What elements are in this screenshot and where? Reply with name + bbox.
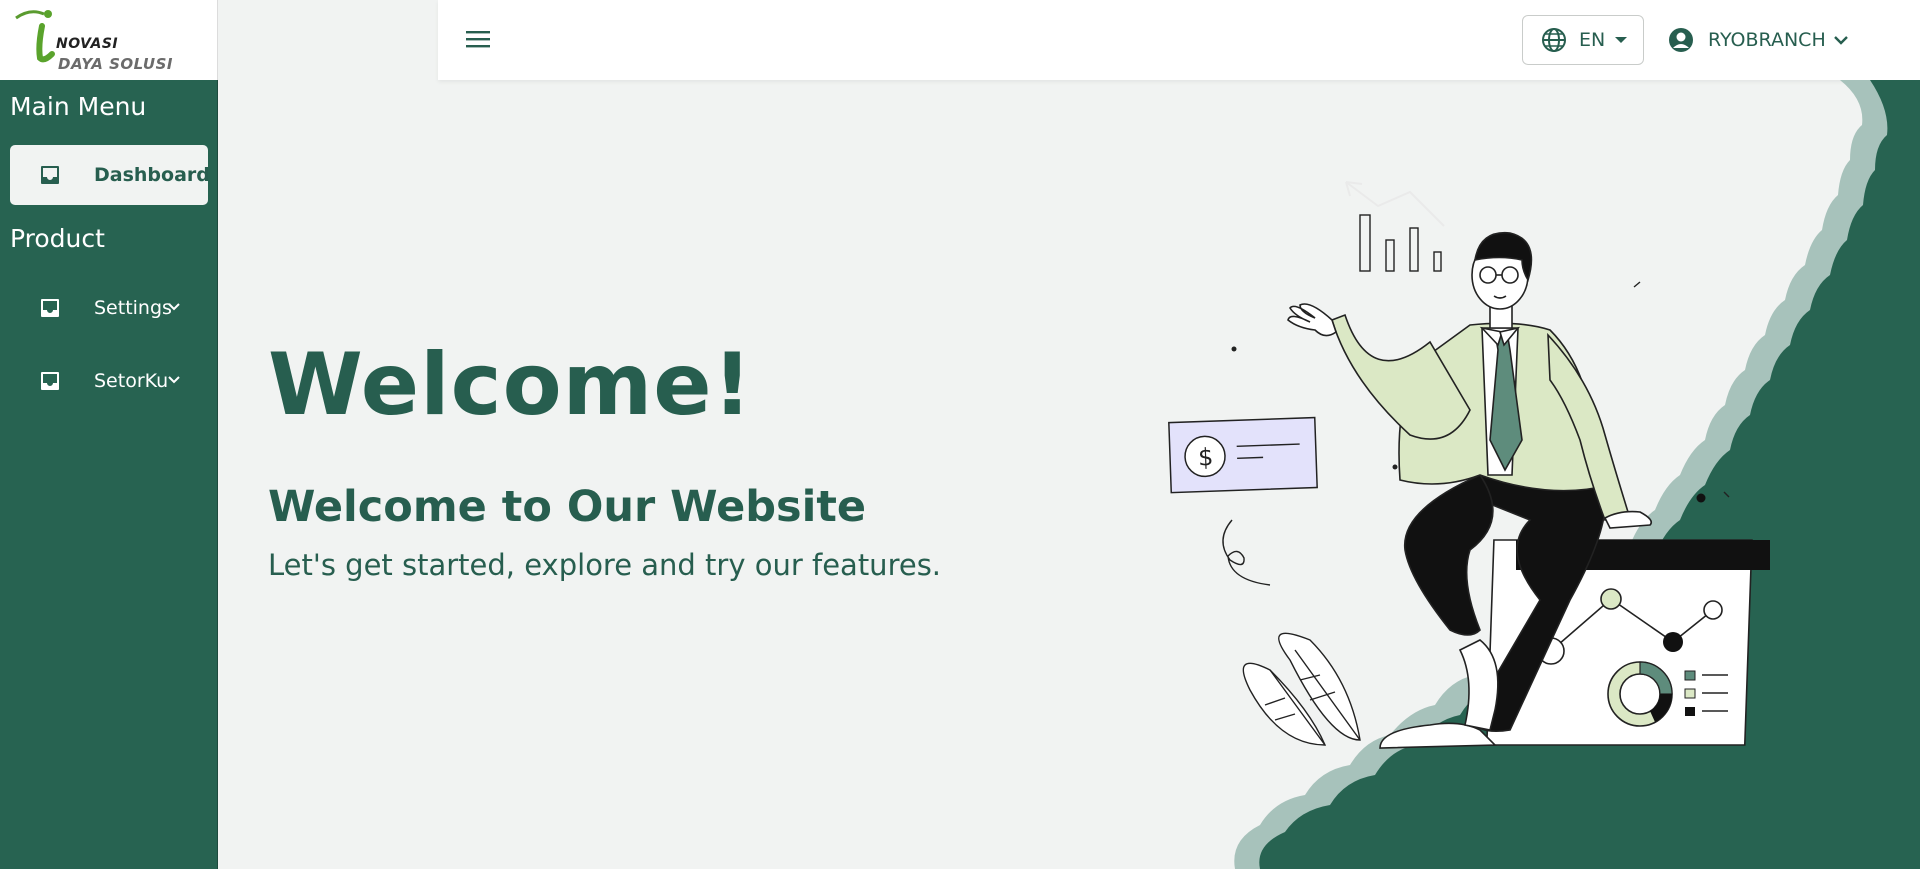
- chevron-down-icon: [1833, 36, 1848, 45]
- chevron-down-icon: [168, 376, 180, 384]
- svg-text:$: $: [1198, 443, 1214, 472]
- main-menu-title: Main Menu: [10, 92, 147, 121]
- caret-down-icon: [1615, 37, 1628, 43]
- language-label: EN: [1579, 29, 1606, 51]
- product-section-title: Product: [10, 224, 105, 253]
- page-tagline: Let's get started, explore and try our f…: [268, 548, 942, 582]
- sidebar-item-label: Settings: [94, 297, 172, 319]
- language-selector[interactable]: EN: [1522, 15, 1644, 65]
- logo-text-top: NOVASI: [56, 36, 119, 52]
- globe-icon: [1542, 28, 1566, 52]
- top-header: EN RYOBRANCH: [438, 0, 1920, 80]
- page-title: Welcome!: [268, 335, 753, 435]
- chevron-down-icon: [168, 303, 180, 311]
- sidebar: NOVASI DAYA SOLUSI Main Menu Dashboard P…: [0, 0, 218, 869]
- sidebar-item-label: Dashboard: [94, 164, 208, 186]
- user-circle-icon: [1669, 28, 1693, 52]
- sidebar-item-setorku[interactable]: SetorKu: [10, 351, 208, 411]
- inbox-icon: [41, 372, 59, 390]
- logo-text-bottom: DAYA SOLUSI: [58, 55, 173, 73]
- inbox-icon: [41, 299, 59, 317]
- sidebar-item-label: SetorKu: [94, 370, 169, 392]
- sidebar-item-settings[interactable]: Settings: [10, 278, 208, 338]
- hamburger-icon[interactable]: [466, 28, 490, 50]
- hero-illustration: $: [1168, 80, 1920, 869]
- logo[interactable]: NOVASI DAYA SOLUSI: [0, 0, 218, 80]
- user-menu[interactable]: RYOBRANCH: [1668, 15, 1848, 65]
- page-subtitle: Welcome to Our Website: [268, 482, 867, 532]
- inbox-icon: [41, 166, 59, 184]
- sidebar-item-dashboard[interactable]: Dashboard: [10, 145, 208, 205]
- user-name: RYOBRANCH: [1708, 29, 1826, 51]
